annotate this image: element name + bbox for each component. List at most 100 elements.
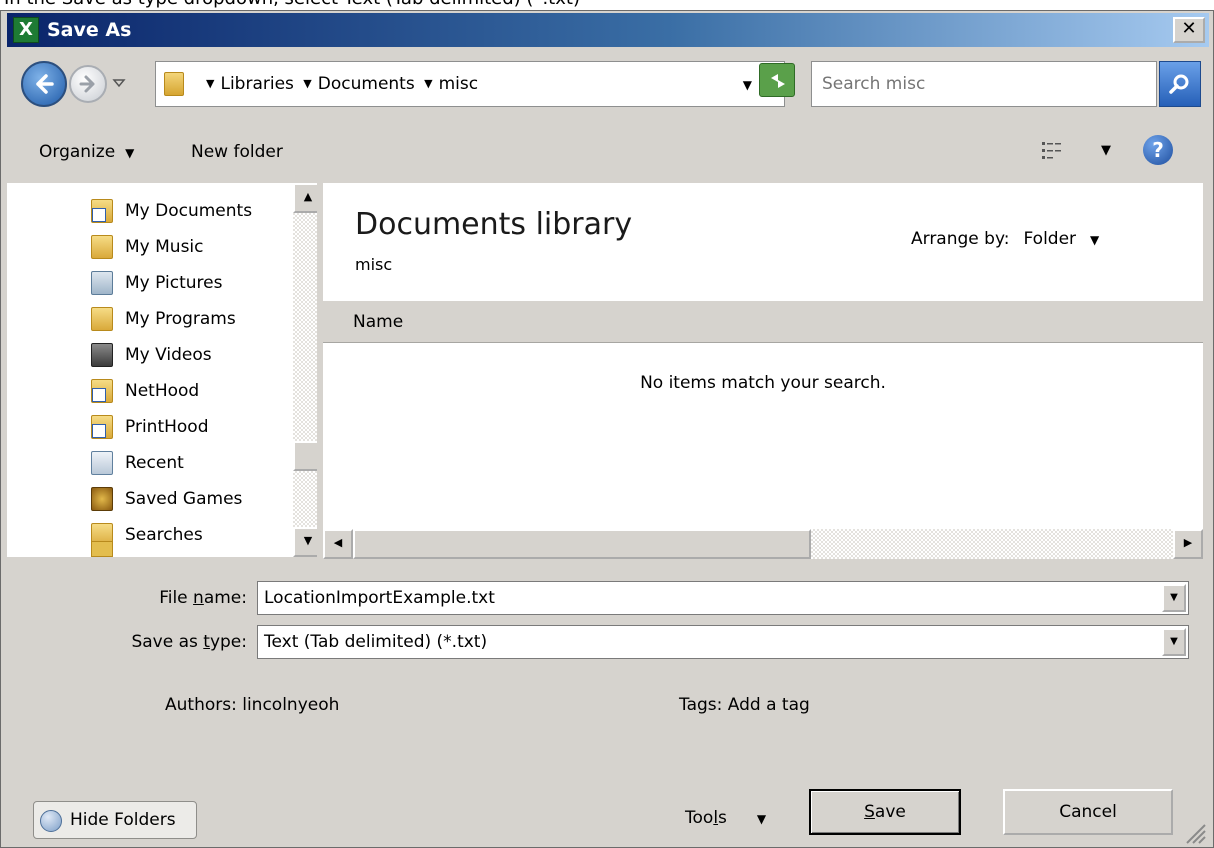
cancel-button[interactable]: Cancel xyxy=(1003,789,1173,835)
nav-item-my-programs[interactable]: My Programs xyxy=(91,301,236,337)
column-header: Name xyxy=(323,301,1203,343)
forward-arrow-icon xyxy=(79,75,95,93)
authors-label: Authors: xyxy=(165,695,237,715)
chevron-down-icon[interactable]: ▼ xyxy=(1090,233,1099,247)
tags-field: Tags: Add a tag xyxy=(679,695,810,715)
authors-value[interactable]: lincolnyeoh xyxy=(242,695,339,715)
library-title: Documents library xyxy=(355,207,633,242)
address-bar[interactable]: ▼ Libraries ▼ Documents ▼ misc ▼ xyxy=(155,61,785,107)
command-bar: Organize ▼ New folder ▼ ? xyxy=(7,125,1209,177)
back-button[interactable] xyxy=(21,61,67,107)
file-name-field[interactable]: ▼ xyxy=(257,581,1189,615)
saved-games-icon xyxy=(91,487,113,511)
save-as-dialog: X Save As ✕ ▼ Libraries ▼ Documents ▼ misc … xyxy=(0,10,1214,848)
nav-item-label: Searches xyxy=(125,525,203,545)
tools-menu[interactable]: Tools ▼ xyxy=(685,801,766,836)
nav-item-label: My Programs xyxy=(125,309,236,329)
nav-item-nethood[interactable]: NetHood xyxy=(91,373,199,409)
change-view-icon[interactable] xyxy=(1041,141,1063,161)
tools-label: Too xyxy=(685,808,714,828)
tags-value[interactable]: Add a tag xyxy=(728,695,810,715)
breadcrumb-separator-icon[interactable]: ▼ xyxy=(303,62,311,106)
help-icon[interactable]: ? xyxy=(1143,135,1173,165)
nav-vertical-scrollbar[interactable]: ▲ ▼ xyxy=(293,183,317,557)
nav-item-my-music[interactable]: My Music xyxy=(91,229,204,265)
breadcrumb-misc[interactable]: misc xyxy=(439,74,479,94)
scroll-up-button[interactable]: ▲ xyxy=(293,183,317,213)
shortcut-folder-icon xyxy=(91,199,113,223)
file-name-label: File name: xyxy=(101,581,247,615)
resize-grip-icon[interactable] xyxy=(1181,819,1207,845)
breadcrumb-documents[interactable]: Documents xyxy=(318,74,415,94)
window-title: Save As xyxy=(47,19,132,41)
file-list-pane: Documents library misc Arrange by: Folder… xyxy=(323,183,1203,557)
navigation-bar: ▼ Libraries ▼ Documents ▼ misc ▼ xyxy=(7,53,1209,115)
magnifier-icon xyxy=(1169,74,1189,94)
folder-icon xyxy=(164,72,184,96)
scroll-thumb[interactable] xyxy=(353,529,811,559)
excel-app-icon: X xyxy=(13,17,39,43)
search-input[interactable] xyxy=(812,62,1156,106)
nav-item-label: Saved Games xyxy=(125,489,243,509)
file-name-input[interactable] xyxy=(258,582,1188,614)
save-button[interactable]: Save xyxy=(809,789,961,835)
scroll-left-button[interactable]: ◀ xyxy=(323,529,353,559)
scroll-right-button[interactable]: ▶ xyxy=(1173,529,1203,559)
column-header-name[interactable]: Name xyxy=(353,301,403,343)
nav-item-label: My Videos xyxy=(125,345,212,365)
recent-icon xyxy=(91,451,113,475)
save-accelerator: S xyxy=(864,802,875,822)
title-bar: X Save As ✕ xyxy=(7,13,1209,47)
collapse-icon xyxy=(40,810,62,832)
new-folder-button[interactable]: New folder xyxy=(191,135,283,169)
nav-item-label: NetHood xyxy=(125,381,200,401)
recent-pages-dropdown-icon[interactable] xyxy=(111,75,127,91)
view-options-dropdown-icon[interactable]: ▼ xyxy=(1101,137,1111,165)
navigation-pane: My Documents My Music My Pictures My Pro… xyxy=(7,183,317,557)
file-list-horizontal-scrollbar[interactable]: ◀ ▶ xyxy=(323,529,1203,559)
folder-icon xyxy=(91,307,113,331)
nav-item-label: PrintHood xyxy=(125,417,209,437)
nav-item-printhood[interactable]: PrintHood xyxy=(91,409,208,445)
arrange-by-value[interactable]: Folder xyxy=(1024,229,1077,249)
organize-menu[interactable]: Organize ▼ xyxy=(39,135,134,169)
breadcrumb-libraries[interactable]: Libraries xyxy=(220,74,293,94)
search-field[interactable] xyxy=(811,61,1157,107)
search-button[interactable] xyxy=(1159,61,1201,107)
arrange-by[interactable]: Arrange by: Folder ▼ xyxy=(911,229,1099,249)
breadcrumb-separator-icon[interactable]: ▼ xyxy=(206,62,214,106)
nav-item-label: Recent xyxy=(125,453,184,473)
nav-item-my-videos[interactable]: My Videos xyxy=(91,337,212,373)
instruction-text: In the Save as type dropdown, select Tex… xyxy=(0,0,1214,8)
save-as-type-label: Save as type: xyxy=(61,625,247,659)
save-as-type-dropdown-button[interactable]: ▼ xyxy=(1162,628,1186,656)
address-dropdown-icon[interactable]: ▼ xyxy=(743,78,752,92)
label-accelerator: t xyxy=(203,632,210,652)
hide-folders-button[interactable]: Hide Folders xyxy=(33,801,197,839)
tags-label: Tags: xyxy=(679,695,723,715)
tools-label: s xyxy=(718,808,727,828)
label-text: ame: xyxy=(203,588,247,608)
nav-item-saved-games[interactable]: Saved Games xyxy=(91,481,242,517)
refresh-icon xyxy=(771,74,785,88)
scroll-thumb[interactable] xyxy=(293,441,317,471)
scroll-down-button[interactable]: ▼ xyxy=(293,527,317,557)
save-as-type-value: Text (Tab delimited) (*.txt) xyxy=(264,632,488,652)
folder-icon xyxy=(91,541,113,557)
videos-folder-icon xyxy=(91,343,113,367)
close-button[interactable]: ✕ xyxy=(1173,17,1205,43)
nav-item-label: My Music xyxy=(125,237,204,257)
file-name-dropdown-button[interactable]: ▼ xyxy=(1162,584,1186,612)
nav-item-recent[interactable]: Recent xyxy=(91,445,184,481)
nav-item-my-pictures[interactable]: My Pictures xyxy=(91,265,222,301)
refresh-button[interactable] xyxy=(759,63,795,97)
hide-folders-label: Hide Folders xyxy=(70,810,176,830)
label-text: ype: xyxy=(209,632,247,652)
organize-label: Organize xyxy=(39,142,116,162)
breadcrumb-separator-icon[interactable]: ▼ xyxy=(424,62,432,106)
nav-item-my-documents[interactable]: My Documents xyxy=(91,193,252,229)
nav-item-label: My Documents xyxy=(125,201,253,221)
save-as-type-dropdown[interactable]: Text (Tab delimited) (*.txt) ▼ xyxy=(257,625,1189,659)
forward-button[interactable] xyxy=(69,65,107,103)
nav-item-label: My Pictures xyxy=(125,273,223,293)
